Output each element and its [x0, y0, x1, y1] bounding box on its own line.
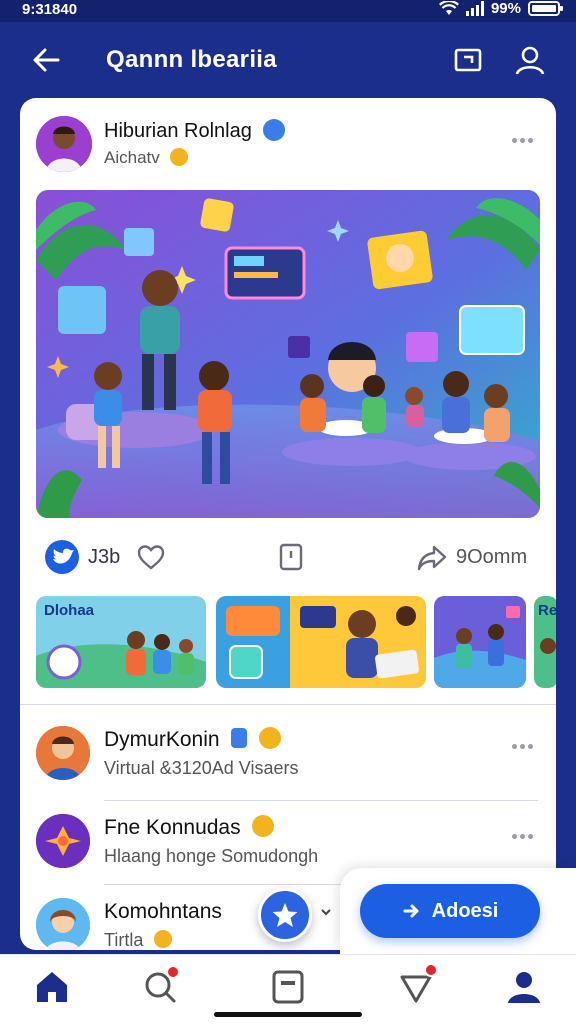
list-item-name: Fne Konnudas: [104, 816, 241, 839]
gold-badge-icon: [154, 930, 173, 949]
search-tab[interactable]: [140, 965, 180, 1007]
divider: [20, 704, 556, 705]
thumbnail-card[interactable]: Re: [534, 596, 556, 688]
bookmark-action[interactable]: [276, 538, 306, 576]
post-actions: J3b 9Oomm: [20, 528, 556, 586]
like-count: J3b: [88, 545, 121, 568]
primary-action-label: Adoesi: [431, 899, 499, 922]
post-subtitle: Aichatv: [104, 147, 189, 168]
thumbnail-caption: Re: [538, 602, 556, 619]
list-item-title: Fne Konnudas: [104, 815, 275, 840]
thumbnail-caption: Dlohaa: [44, 602, 95, 619]
share-action[interactable]: 9Oomm: [416, 538, 527, 576]
notification-dot: [166, 965, 180, 979]
thumbnail-card[interactable]: Dlohaa: [36, 596, 206, 688]
author-avatar[interactable]: [36, 116, 92, 172]
user-avatar[interactable]: [36, 814, 90, 868]
post-subtitle-text: Aichatv: [104, 148, 160, 167]
list-item-name: DymurKonin: [104, 728, 220, 751]
expand-chevron-icon[interactable]: [318, 904, 334, 920]
more-options-icon[interactable]: [512, 736, 536, 749]
post-image[interactable]: [36, 190, 540, 518]
smile-badge-icon: [259, 727, 282, 750]
star-fab-button[interactable]: [258, 888, 312, 942]
star-icon: [272, 903, 298, 927]
post-author[interactable]: Hiburian Rolnlag: [104, 118, 286, 143]
more-options-icon[interactable]: [512, 130, 536, 143]
more-options-icon[interactable]: [512, 826, 536, 839]
arrow-right-icon: [403, 904, 419, 918]
list-item-name: Komohntans: [104, 900, 222, 923]
page-title: Qannn lbeariia: [106, 46, 277, 73]
app-header: Qannn lbeariia: [0, 22, 576, 98]
status-time: 9:31840: [22, 1, 78, 18]
list-item-desc: Hlaang honge Somudongh: [104, 846, 319, 866]
thumbnail-card[interactable]: [434, 596, 526, 688]
post-header: Hiburian Rolnlag Aichatv: [20, 98, 556, 188]
home-icon[interactable]: [32, 967, 72, 1007]
back-arrow-icon[interactable]: [28, 42, 64, 78]
bookmark-icon: [279, 543, 303, 571]
gold-badge-icon: [252, 815, 275, 838]
heart-action[interactable]: [136, 538, 166, 576]
list-item-title: DymurKonin: [104, 727, 282, 752]
notification-dot: [424, 963, 438, 977]
home-indicator: [214, 1012, 362, 1017]
gold-badge-icon: [170, 147, 189, 166]
thumbnail-strip: Dlohaa Re: [36, 596, 556, 690]
wifi-icon: [438, 1, 459, 15]
share-arrow-icon: [417, 545, 447, 571]
battery-icon: [528, 1, 563, 16]
thumbnail-card[interactable]: [216, 596, 426, 688]
info-badge-icon: [231, 728, 248, 749]
post-author-name[interactable]: Hiburian Rolnlag: [104, 120, 252, 142]
likes-tab[interactable]: [396, 963, 438, 1007]
heart-icon: [137, 545, 165, 570]
media-icon[interactable]: [450, 42, 486, 78]
bird-like-icon: [45, 540, 79, 574]
profile-icon[interactable]: [512, 42, 548, 78]
status-bar: 9:31840 99%: [0, 0, 576, 22]
profile-tab-icon[interactable]: [504, 967, 544, 1007]
battery-percent: 99%: [490, 0, 521, 17]
list-item-desc: Virtual &3120Ad Visaers: [104, 758, 299, 778]
user-avatar[interactable]: [36, 726, 90, 780]
list-item-title: Komohntans: [104, 900, 222, 924]
verified-badge-icon: [263, 118, 286, 141]
user-avatar[interactable]: [36, 898, 90, 950]
share-count: 9Oomm: [456, 545, 528, 568]
feed-card: Hiburian Rolnlag Aichatv J3b 9Oomm Dloha…: [20, 98, 556, 950]
like-action[interactable]: J3b: [44, 538, 120, 576]
primary-action-button[interactable]: Adoesi: [360, 884, 540, 938]
list-item-desc-text: Tirtla: [104, 930, 144, 950]
media-tab-icon[interactable]: [268, 967, 308, 1007]
list-item-desc: Tirtla: [104, 930, 173, 950]
signal-icon: [465, 1, 484, 16]
list-item[interactable]: DymurKonin Virtual &3120Ad Visaers: [20, 710, 556, 796]
